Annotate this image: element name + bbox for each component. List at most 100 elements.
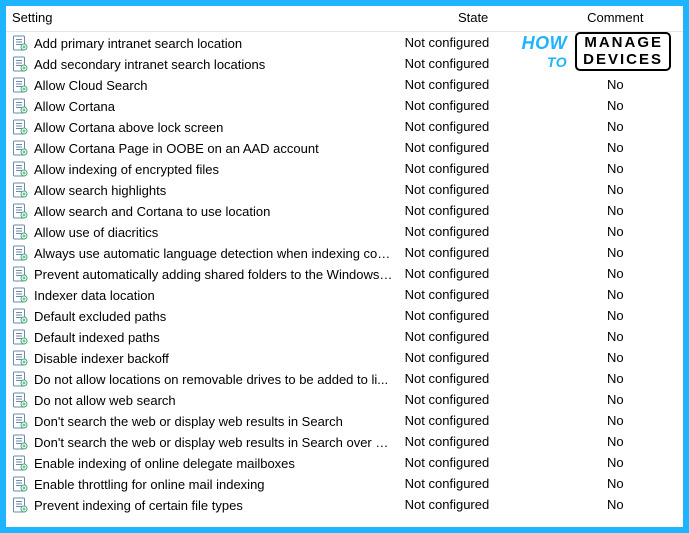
policy-setting-icon xyxy=(12,414,34,429)
table-row[interactable]: Prevent automatically adding shared fold… xyxy=(6,263,683,284)
cell-setting: Do not allow locations on removable driv… xyxy=(6,368,399,389)
cell-setting: Allow use of diacritics xyxy=(6,221,399,242)
table-row[interactable]: Always use automatic language detection … xyxy=(6,242,683,263)
cell-comment: No xyxy=(548,326,683,347)
cell-setting: Allow Cortana Page in OOBE on an AAD acc… xyxy=(6,137,399,158)
table-row[interactable]: Don't search the web or display web resu… xyxy=(6,410,683,431)
table-row[interactable]: Enable throttling for online mail indexi… xyxy=(6,473,683,494)
cell-state: Not configured xyxy=(399,389,548,410)
table-row[interactable]: Allow Cloud SearchNot configuredNo xyxy=(6,74,683,95)
cell-comment: No xyxy=(548,200,683,221)
cell-state: Not configured xyxy=(399,53,548,74)
cell-state: Not configured xyxy=(399,284,548,305)
table-row[interactable]: Default excluded pathsNot configuredNo xyxy=(6,305,683,326)
cell-comment: No xyxy=(548,95,683,116)
policy-setting-icon xyxy=(12,372,34,387)
column-header-setting[interactable]: Setting xyxy=(6,6,399,32)
setting-label: Indexer data location xyxy=(34,288,155,303)
policy-setting-icon xyxy=(12,498,34,513)
setting-label: Add primary intranet search location xyxy=(34,36,242,51)
cell-setting: Allow Cortana xyxy=(6,95,399,116)
column-header-state[interactable]: State xyxy=(399,6,548,32)
cell-setting: Default excluded paths xyxy=(6,305,399,326)
table-row[interactable]: Allow use of diacriticsNot configuredNo xyxy=(6,221,683,242)
cell-comment: No xyxy=(548,389,683,410)
policy-setting-icon xyxy=(12,330,34,345)
setting-label: Enable throttling for online mail indexi… xyxy=(34,477,265,492)
policy-setting-icon xyxy=(12,246,34,261)
setting-label: Don't search the web or display web resu… xyxy=(34,414,343,429)
table-row[interactable]: Default indexed pathsNot configuredNo xyxy=(6,326,683,347)
table-row[interactable]: Indexer data locationNot configuredNo xyxy=(6,284,683,305)
cell-comment: No xyxy=(548,305,683,326)
cell-setting: Add primary intranet search location xyxy=(6,32,399,54)
table-row[interactable]: Disable indexer backoffNot configuredNo xyxy=(6,347,683,368)
cell-setting: Add secondary intranet search locations xyxy=(6,53,399,74)
setting-label: Allow Cortana above lock screen xyxy=(34,120,223,135)
table-row[interactable]: Allow indexing of encrypted filesNot con… xyxy=(6,158,683,179)
cell-comment: No xyxy=(548,263,683,284)
policy-setting-icon xyxy=(12,267,34,282)
cell-comment: No xyxy=(548,242,683,263)
cell-comment: No xyxy=(548,431,683,452)
cell-comment: No xyxy=(548,158,683,179)
cell-state: Not configured xyxy=(399,32,548,54)
cell-state: Not configured xyxy=(399,158,548,179)
policy-setting-icon xyxy=(12,99,34,114)
policy-setting-icon xyxy=(12,309,34,324)
table-row[interactable]: Allow search and Cortana to use location… xyxy=(6,200,683,221)
table-row[interactable]: Do not allow locations on removable driv… xyxy=(6,368,683,389)
setting-label: Allow Cloud Search xyxy=(34,78,147,93)
policy-setting-icon xyxy=(12,162,34,177)
cell-setting: Allow Cortana above lock screen xyxy=(6,116,399,137)
cell-state: Not configured xyxy=(399,473,548,494)
cell-state: Not configured xyxy=(399,95,548,116)
column-header-comment[interactable]: Comment xyxy=(548,6,683,32)
policy-setting-icon xyxy=(12,435,34,450)
policy-setting-icon xyxy=(12,57,34,72)
cell-setting: Disable indexer backoff xyxy=(6,347,399,368)
table-row[interactable]: Allow Cortana Page in OOBE on an AAD acc… xyxy=(6,137,683,158)
cell-state: Not configured xyxy=(399,431,548,452)
cell-setting: Default indexed paths xyxy=(6,326,399,347)
cell-setting: Indexer data location xyxy=(6,284,399,305)
setting-label: Allow use of diacritics xyxy=(34,225,158,240)
cell-state: Not configured xyxy=(399,368,548,389)
setting-label: Prevent automatically adding shared fold… xyxy=(34,267,394,282)
policy-setting-icon xyxy=(12,183,34,198)
table-row[interactable]: Allow search highlightsNot configuredNo xyxy=(6,179,683,200)
table-header-row: Setting State Comment xyxy=(6,6,683,32)
policy-setting-icon xyxy=(12,351,34,366)
cell-state: Not configured xyxy=(399,242,548,263)
cell-comment: No xyxy=(548,221,683,242)
table-row[interactable]: Prevent indexing of certain file typesNo… xyxy=(6,494,683,515)
cell-state: Not configured xyxy=(399,452,548,473)
policy-setting-icon xyxy=(12,78,34,93)
cell-comment: No xyxy=(548,116,683,137)
policy-setting-icon xyxy=(12,225,34,240)
cell-setting: Do not allow web search xyxy=(6,389,399,410)
table-row[interactable]: Add primary intranet search location Not … xyxy=(6,32,683,54)
cell-comment xyxy=(548,32,683,54)
setting-label: Do not allow web search xyxy=(34,393,176,408)
cell-state: Not configured xyxy=(399,305,548,326)
policy-setting-icon xyxy=(12,456,34,471)
setting-label: Do not allow locations on removable driv… xyxy=(34,372,388,387)
setting-label: Don't search the web or display web resu… xyxy=(34,435,397,450)
cell-state: Not configured xyxy=(399,179,548,200)
table-row[interactable]: Add secondary intranet search locations N… xyxy=(6,53,683,74)
policy-setting-icon xyxy=(12,204,34,219)
cell-comment xyxy=(548,53,683,74)
table-row[interactable]: Allow Cortana above lock screenNot confi… xyxy=(6,116,683,137)
cell-comment: No xyxy=(548,179,683,200)
table-row[interactable]: Allow CortanaNot configuredNo xyxy=(6,95,683,116)
cell-state: Not configured xyxy=(399,263,548,284)
table-row[interactable]: Don't search the web or display web resu… xyxy=(6,431,683,452)
cell-state: Not configured xyxy=(399,410,548,431)
policy-setting-icon xyxy=(12,36,34,51)
cell-comment: No xyxy=(548,452,683,473)
cell-state: Not configured xyxy=(399,347,548,368)
table-row[interactable]: Do not allow web search Not configuredNo xyxy=(6,389,683,410)
table-row[interactable]: Enable indexing of online delegate mailb… xyxy=(6,452,683,473)
setting-label: Add secondary intranet search locations xyxy=(34,57,265,72)
